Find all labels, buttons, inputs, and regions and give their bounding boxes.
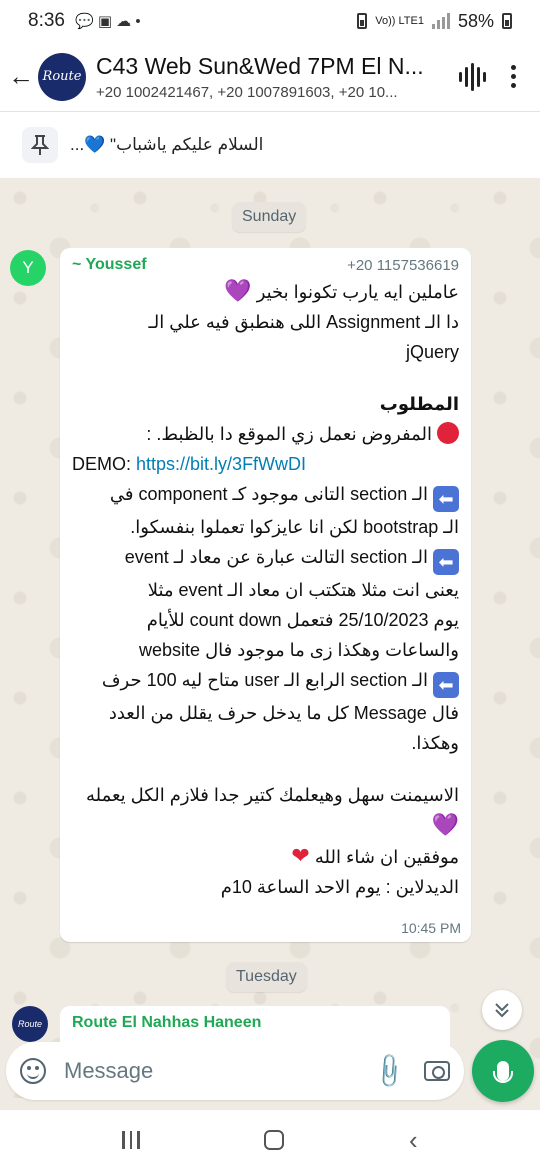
pinned-text: السلام عليكم ياشباب" 💙... <box>70 135 264 154</box>
status-bar: 8:36 💬 ▣ ☁ • Vo)) LTE1 58% <box>0 0 540 42</box>
message-time: 10:45 PM <box>401 920 461 936</box>
group-members: +20 1002421467, +20 1007891603, +20 10..… <box>96 83 398 101</box>
next-sender-avatar[interactable]: Route <box>12 1006 48 1042</box>
left-arrow-icon: ⬅ <box>433 672 459 698</box>
sender-avatar[interactable]: Y <box>10 250 46 286</box>
date-chip-sunday: Sunday <box>232 202 307 232</box>
system-nav-bar: ‹ <box>0 1110 540 1170</box>
date-chip-tuesday: Tuesday <box>226 962 307 992</box>
recents-icon[interactable] <box>122 1131 140 1149</box>
signal-icon <box>431 13 450 29</box>
header-info[interactable]: C43 Web Sun&Wed 7PM El N... +20 10024214… <box>96 53 444 101</box>
voice-chat-icon[interactable] <box>452 62 492 91</box>
chevron-double-down-icon[interactable] <box>482 990 522 1030</box>
battery-percent: 58% <box>457 10 494 31</box>
sender-name[interactable]: ~ Youssef <box>72 256 147 274</box>
network-label: Vo)) LTE1 <box>375 15 424 27</box>
mic-button[interactable] <box>472 1040 534 1102</box>
more-vertical-icon[interactable] <box>498 65 528 88</box>
battery-icon <box>502 13 512 29</box>
red-circle-icon <box>437 422 459 444</box>
left-arrow-icon: ⬅ <box>433 486 459 512</box>
battery-saver-icon <box>357 13 368 29</box>
arrow-left-icon[interactable]: ← <box>8 61 38 92</box>
chat-header: ← Route C43 Web Sun&Wed 7PM El N... +20 … <box>0 42 540 112</box>
camera-icon[interactable] <box>424 1061 450 1081</box>
mic-icon <box>493 1061 513 1083</box>
group-avatar[interactable]: Route <box>38 52 86 101</box>
sender-phone: +20 1157536619 <box>347 256 459 274</box>
left-arrow-icon: ⬅ <box>433 549 459 575</box>
pinned-message-bar[interactable]: السلام عليكم ياشباب" 💙... <box>0 112 540 178</box>
message-composer: 📎 <box>6 1042 464 1100</box>
next-message-bubble[interactable]: Route El Nahhas Haneen <box>60 1006 450 1046</box>
back-nav-icon[interactable]: ‹ <box>409 1125 418 1156</box>
demo-link[interactable]: https://bit.ly/3FfWwDI <box>136 454 306 474</box>
home-icon[interactable] <box>264 1130 285 1150</box>
status-time: 8:36 <box>28 10 65 31</box>
emoji-icon[interactable] <box>20 1058 46 1084</box>
next-sender-name[interactable]: Route El Nahhas Haneen <box>72 1014 261 1031</box>
message-text: عاملين ايه يارب تكونوا بخير 💜 دا الـ Ass… <box>72 278 459 897</box>
purple-heart-icon: 💜 <box>431 812 459 837</box>
pin-icon <box>22 127 58 163</box>
message-bubble[interactable]: ~ Youssef +20 1157536619 عاملين ايه يارب… <box>60 248 471 942</box>
paperclip-icon[interactable]: 📎 <box>368 1050 410 1092</box>
message-input[interactable] <box>64 1058 365 1084</box>
notification-icons: 💬 ▣ ☁ • <box>74 13 141 30</box>
group-title: C43 Web Sun&Wed 7PM El N... <box>96 52 424 79</box>
red-heart-icon: ❤ <box>291 843 310 868</box>
purple-heart-icon: 💜 <box>224 278 252 303</box>
